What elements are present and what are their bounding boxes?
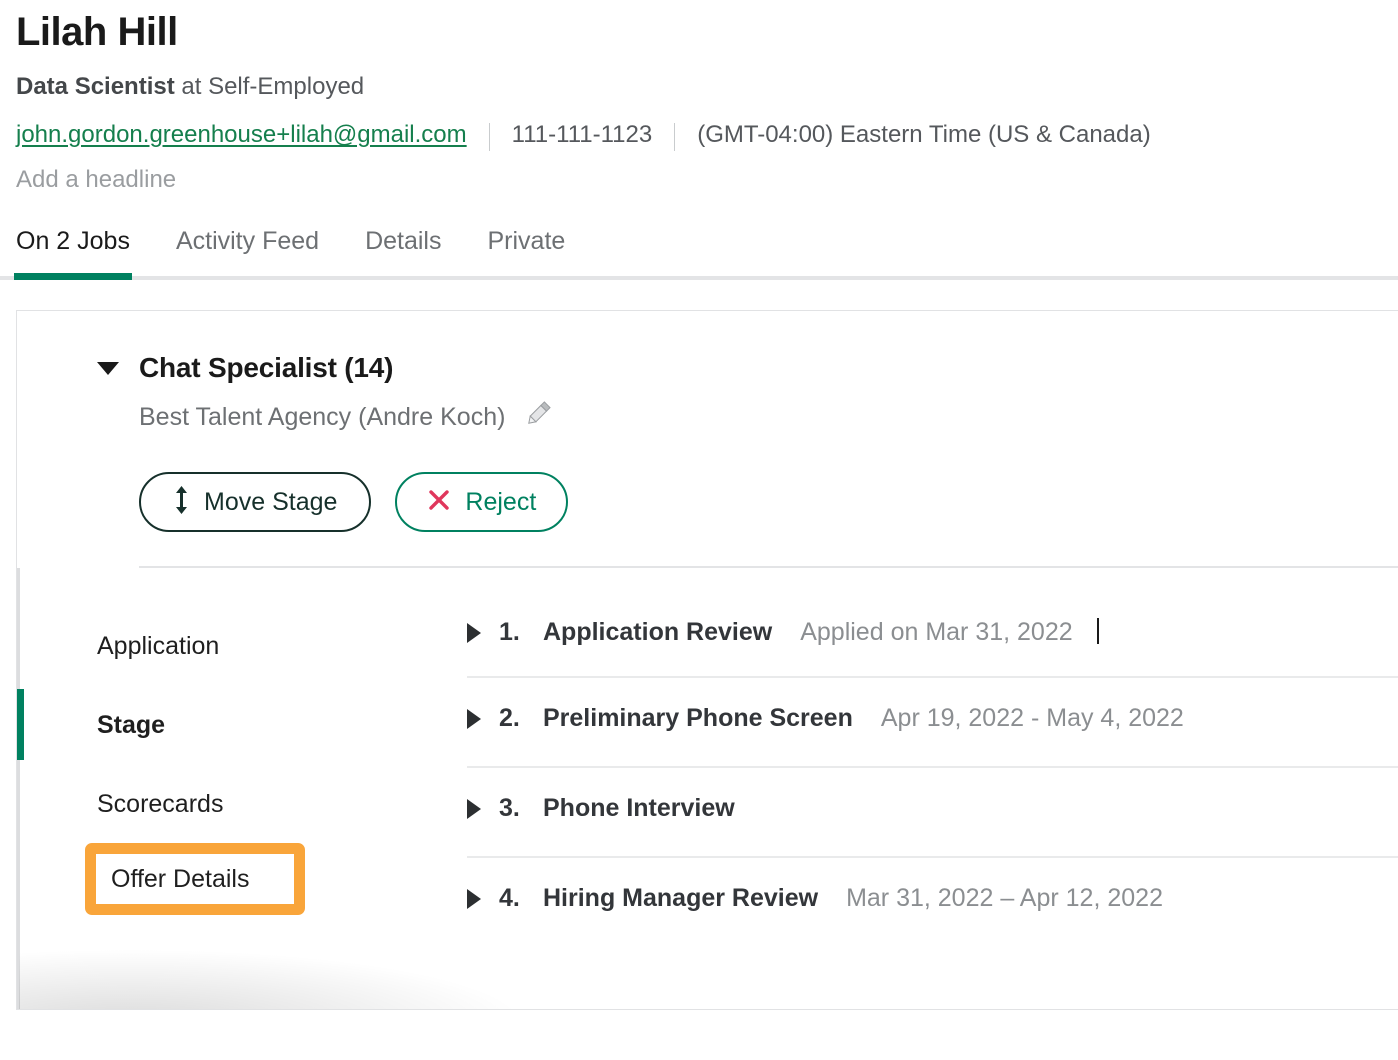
tab-details[interactable]: Details bbox=[365, 226, 441, 276]
up-down-arrow-icon bbox=[173, 485, 190, 520]
chevron-right-icon[interactable] bbox=[467, 889, 481, 909]
job-source: Best Talent Agency (Andre Koch) bbox=[139, 402, 506, 431]
candidate-role: Data Scientist bbox=[16, 73, 175, 100]
candidate-company: Self-Employed bbox=[208, 73, 365, 100]
profile-tabs: On 2 Jobs Activity Feed Details Private bbox=[0, 222, 1398, 280]
stage-date: Apr 19, 2022 - May 4, 2022 bbox=[880, 704, 1184, 732]
tab-activity-feed[interactable]: Activity Feed bbox=[176, 226, 319, 276]
job-action-buttons: Move Stage Reject bbox=[139, 472, 1398, 532]
job-title-row: Chat Specialist (14) bbox=[97, 351, 1398, 385]
text-cursor bbox=[1096, 618, 1099, 644]
stage-number: 2. bbox=[499, 704, 520, 732]
tab-private[interactable]: Private bbox=[487, 226, 565, 276]
chevron-down-icon[interactable] bbox=[97, 361, 119, 375]
stage-number: 1. bbox=[499, 618, 520, 646]
sidebar-item-label: Stage bbox=[97, 710, 166, 739]
pencil-icon[interactable] bbox=[521, 397, 555, 436]
sidebar-item-stage[interactable]: Stage bbox=[17, 685, 467, 764]
candidate-header: Lilah Hill Data Scientist at Self-Employ… bbox=[0, 0, 1398, 196]
stage-row[interactable]: 2. Preliminary Phone Screen Apr 19, 2022… bbox=[467, 678, 1398, 768]
chevron-right-icon[interactable] bbox=[467, 623, 481, 643]
stage-row[interactable]: 4. Hiring Manager Review Mar 31, 2022 – … bbox=[467, 858, 1398, 948]
move-stage-label: Move Stage bbox=[204, 487, 338, 516]
x-icon bbox=[427, 488, 451, 516]
sidebar-item-label: Offer Details bbox=[111, 865, 250, 893]
sidebar-item-offer-details[interactable]: Offer Details bbox=[85, 843, 305, 915]
job-title[interactable]: Chat Specialist (14) bbox=[139, 351, 394, 385]
sidebar-item-label: Scorecards bbox=[97, 789, 224, 818]
stage-date: Mar 31, 2022 – Apr 12, 2022 bbox=[846, 884, 1163, 912]
stage-name: Phone Interview bbox=[543, 794, 735, 822]
job-source-row: Best Talent Agency (Andre Koch) bbox=[139, 397, 1398, 436]
section-nav: Application Stage Scorecards Offer Detai… bbox=[17, 568, 467, 1009]
stage-number: 4. bbox=[499, 884, 520, 912]
stage-row[interactable]: 1. Application Review Applied on Mar 31,… bbox=[467, 588, 1398, 678]
chevron-right-icon[interactable] bbox=[467, 799, 481, 819]
sidebar-item-label: Application bbox=[97, 631, 220, 660]
stage-number: 3. bbox=[499, 794, 520, 822]
email-link[interactable]: john.gordon.greenhouse+lilah@gmail.com bbox=[16, 118, 467, 152]
contact-divider bbox=[488, 123, 490, 151]
tab-on-2-jobs[interactable]: On 2 Jobs bbox=[14, 226, 132, 280]
timezone: (GMT-04:00) Eastern Time (US & Canada) bbox=[697, 121, 1151, 148]
sidebar-item-scorecards[interactable]: Scorecards bbox=[97, 764, 467, 843]
chevron-right-icon[interactable] bbox=[467, 709, 481, 729]
page-title: Lilah Hill bbox=[16, 10, 178, 54]
job-card-body: Application Stage Scorecards Offer Detai… bbox=[17, 568, 1398, 1009]
stage-name: Application Review bbox=[543, 618, 773, 646]
stage-list: 1. Application Review Applied on Mar 31,… bbox=[467, 588, 1398, 948]
phone-number: 111-111-1123 bbox=[511, 121, 653, 148]
contact-line: john.gordon.greenhouse+lilah@gmail.com 1… bbox=[16, 118, 1382, 152]
stage-row[interactable]: 3. Phone Interview bbox=[467, 768, 1398, 858]
at-separator: at bbox=[174, 73, 209, 100]
bottom-shadow bbox=[19, 939, 579, 1009]
move-stage-button[interactable]: Move Stage bbox=[139, 472, 372, 532]
reject-label: Reject bbox=[465, 487, 537, 516]
reject-button[interactable]: Reject bbox=[395, 472, 569, 532]
role-company-line: Data Scientist at Self-Employed bbox=[16, 70, 1382, 104]
card-divider bbox=[139, 566, 1398, 568]
stage-name: Preliminary Phone Screen bbox=[543, 704, 853, 732]
stage-date: Applied on Mar 31, 2022 bbox=[800, 618, 1073, 646]
headline-input[interactable]: Add a headline bbox=[16, 164, 1382, 196]
job-card: Chat Specialist (14) Best Talent Agency … bbox=[16, 310, 1398, 1010]
contact-divider bbox=[674, 123, 676, 151]
stage-name: Hiring Manager Review bbox=[543, 884, 819, 912]
sidebar-item-application[interactable]: Application bbox=[97, 606, 467, 685]
